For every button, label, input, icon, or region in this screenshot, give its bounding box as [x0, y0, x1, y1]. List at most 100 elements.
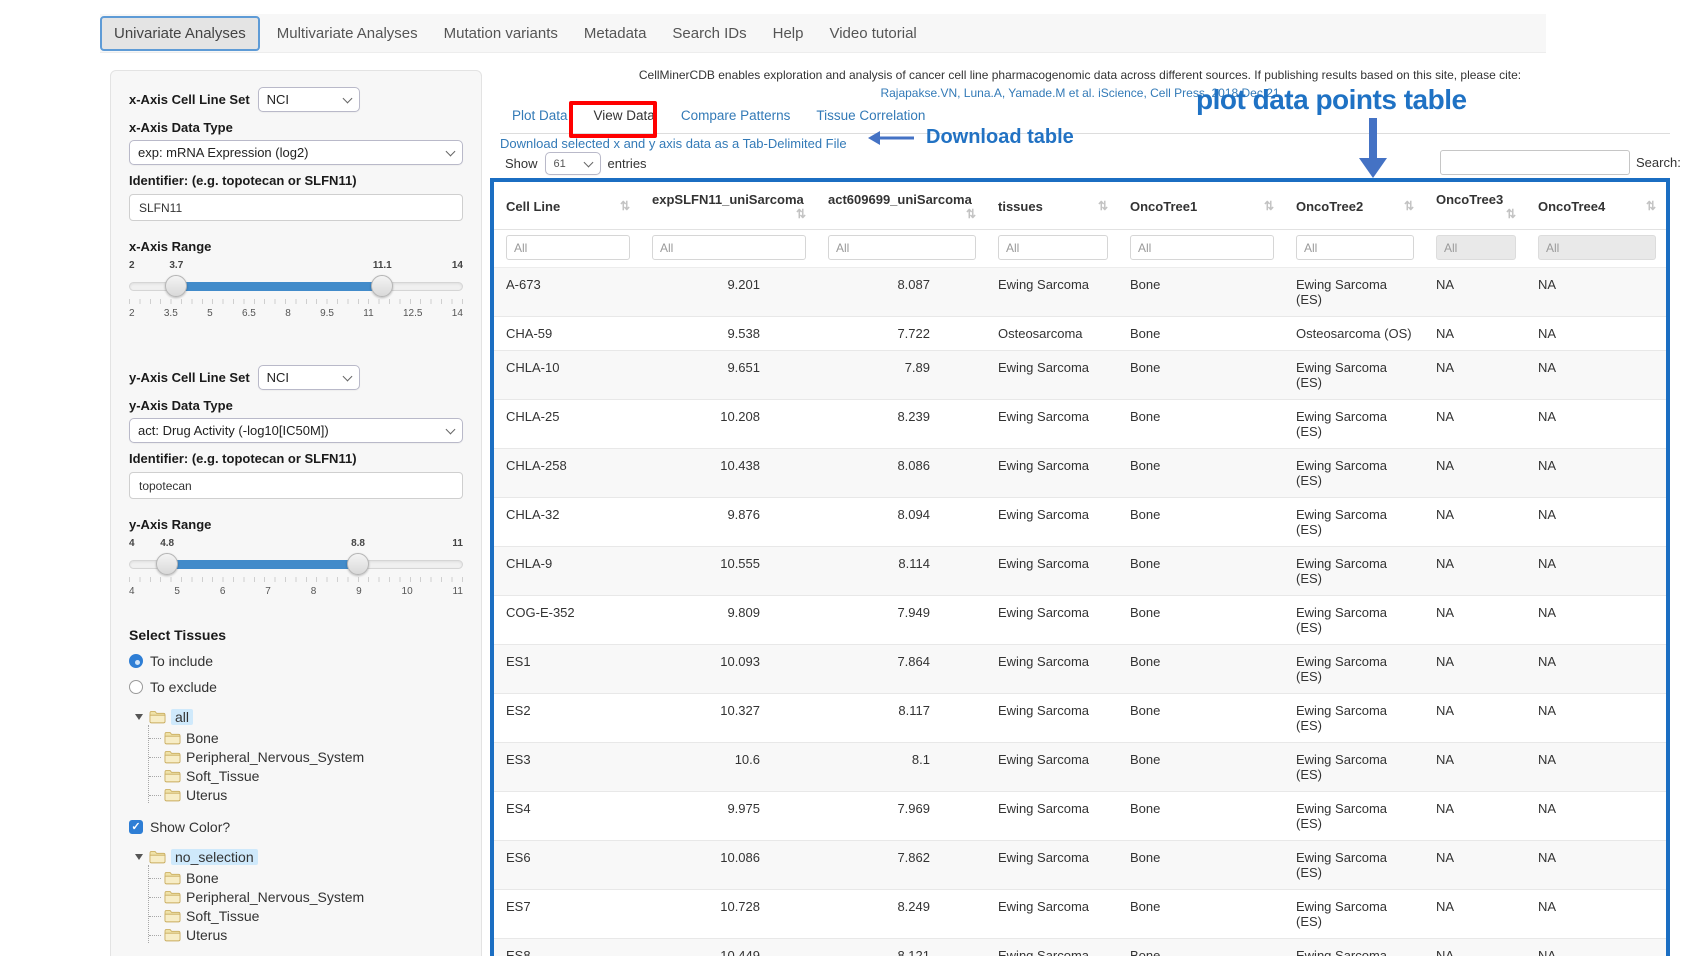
- y-cell-line-set-select[interactable]: NCI: [258, 365, 360, 390]
- tree-node-all[interactable]: all: [135, 709, 463, 725]
- nav-tab-help[interactable]: Help: [760, 17, 817, 50]
- citation-link[interactable]: Rajapakse.VN, Luna.A, Yamade.M et al. iS…: [490, 86, 1670, 100]
- cell-oncotree3: NA: [1424, 596, 1526, 645]
- tree-node-bone[interactable]: Bone: [149, 870, 463, 886]
- cell-oncotree4: NA: [1526, 268, 1666, 317]
- cell-cell-line: ES4: [494, 792, 640, 841]
- cell-oncotree2: Ewing Sarcoma (ES): [1284, 547, 1424, 596]
- table-row: ES610.0867.862Ewing SarcomaBoneEwing Sar…: [494, 841, 1666, 890]
- cell-oncotree4: NA: [1526, 547, 1666, 596]
- tree-node-peripheral-nervous-system[interactable]: Peripheral_Nervous_System: [149, 749, 463, 765]
- cell-act609699-unisarcoma: 8.087: [816, 268, 986, 317]
- x-data-type-label: x-Axis Data Type: [129, 120, 463, 135]
- cell-expslfn11-unisarcoma: 9.876: [640, 498, 816, 547]
- cell-oncotree1: Bone: [1118, 596, 1284, 645]
- citation-text: CellMinerCDB enables exploration and ana…: [490, 68, 1670, 82]
- nav-tab-video-tutorial[interactable]: Video tutorial: [816, 17, 929, 50]
- column-header-cell-line[interactable]: Cell Line⇅: [494, 182, 640, 230]
- column-header-tissues[interactable]: tissues⇅: [986, 182, 1118, 230]
- column-header-oncotree1[interactable]: OncoTree1⇅: [1118, 182, 1284, 230]
- search-input[interactable]: [1440, 150, 1630, 175]
- tissues-exclude-radio[interactable]: To exclude: [129, 679, 463, 695]
- cell-oncotree1: Bone: [1118, 743, 1284, 792]
- nav-tab-univariate-analyses[interactable]: Univariate Analyses: [100, 16, 260, 51]
- folder-icon: [164, 788, 181, 802]
- column-header-oncotree3[interactable]: OncoTree3⇅: [1424, 182, 1526, 230]
- cell-cell-line: ES6: [494, 841, 640, 890]
- folder-icon: [164, 909, 181, 923]
- filter-input-act609699-unisarcoma[interactable]: [828, 235, 976, 260]
- table-row: A-6739.2018.087Ewing SarcomaBoneEwing Sa…: [494, 268, 1666, 317]
- table-row: ES110.0937.864Ewing SarcomaBoneEwing Sar…: [494, 645, 1666, 694]
- cell-oncotree1: Bone: [1118, 645, 1284, 694]
- view-tab-compare-patterns[interactable]: Compare Patterns: [681, 108, 791, 123]
- tree-node-bone[interactable]: Bone: [149, 730, 463, 746]
- filter-input-oncotree2[interactable]: [1296, 235, 1414, 260]
- cell-tissues: Ewing Sarcoma: [986, 351, 1118, 400]
- y-data-type-select[interactable]: act: Drug Activity (-log10[IC50M]): [129, 418, 463, 443]
- cell-cell-line: CHLA-25: [494, 400, 640, 449]
- sort-icon: ⇅: [1404, 199, 1414, 213]
- cell-oncotree2: Ewing Sarcoma (ES): [1284, 890, 1424, 939]
- column-header-oncotree4[interactable]: OncoTree4⇅: [1526, 182, 1666, 230]
- x-identifier-input[interactable]: [129, 194, 463, 221]
- download-data-link[interactable]: Download selected x and y axis data as a…: [500, 136, 847, 151]
- filter-input-cell-line[interactable]: [506, 235, 630, 260]
- tree-node-uterus[interactable]: Uterus: [149, 787, 463, 803]
- column-header-expslfn11-unisarcoma[interactable]: expSLFN11_uniSarcoma⇅: [640, 182, 816, 230]
- tree-node-uterus[interactable]: Uterus: [149, 927, 463, 943]
- y-range-label: y-Axis Range: [129, 517, 463, 532]
- cell-tissues: Ewing Sarcoma: [986, 645, 1118, 694]
- cell-oncotree1: Bone: [1118, 939, 1284, 956]
- nav-tab-search-ids[interactable]: Search IDs: [659, 17, 759, 50]
- filter-input-oncotree3[interactable]: [1436, 235, 1516, 260]
- x-range-slider: 2 3.7 11.1 14 23.556.589.51112.514: [129, 276, 463, 319]
- column-header-act609699-unisarcoma[interactable]: act609699_uniSarcoma⇅: [816, 182, 986, 230]
- annotation-red-box: [569, 101, 657, 138]
- tree-node-no-selection[interactable]: no_selection: [135, 849, 463, 865]
- sort-icon: ⇅: [620, 199, 630, 213]
- slider-handle-low[interactable]: [165, 275, 187, 297]
- search-label: Search:: [1636, 155, 1681, 170]
- cell-oncotree3: NA: [1424, 792, 1526, 841]
- column-header-oncotree2[interactable]: OncoTree2⇅: [1284, 182, 1424, 230]
- cell-oncotree4: NA: [1526, 841, 1666, 890]
- entries-select[interactable]: 61: [545, 152, 601, 175]
- tree-node-soft-tissue[interactable]: Soft_Tissue: [149, 768, 463, 784]
- table-head: Cell Line⇅expSLFN11_uniSarcoma⇅act609699…: [494, 182, 1666, 268]
- cell-oncotree1: Bone: [1118, 547, 1284, 596]
- slider-handle-high[interactable]: [371, 275, 393, 297]
- tissues-include-label: To include: [150, 653, 213, 669]
- filter-input-expslfn11-unisarcoma[interactable]: [652, 235, 806, 260]
- cell-tissues: Ewing Sarcoma: [986, 743, 1118, 792]
- cell-act609699-unisarcoma: 8.1: [816, 743, 986, 792]
- view-tab-plot-data[interactable]: Plot Data: [512, 108, 568, 123]
- show-color-checkbox[interactable]: ✓ Show Color?: [129, 819, 463, 835]
- cell-expslfn11-unisarcoma: 9.201: [640, 268, 816, 317]
- table-row: ES810.4498.121Ewing SarcomaBoneEwing Sar…: [494, 939, 1666, 956]
- cell-oncotree3: NA: [1424, 268, 1526, 317]
- cell-oncotree4: NA: [1526, 792, 1666, 841]
- cell-cell-line: ES8: [494, 939, 640, 956]
- cell-oncotree1: Bone: [1118, 792, 1284, 841]
- slider-handle-high[interactable]: [347, 553, 369, 575]
- view-tab-tissue-correlation[interactable]: Tissue Correlation: [816, 108, 925, 123]
- table-row: ES210.3278.117Ewing SarcomaBoneEwing Sar…: [494, 694, 1666, 743]
- tree-node-peripheral-nervous-system[interactable]: Peripheral_Nervous_System: [149, 889, 463, 905]
- tree-node-soft-tissue[interactable]: Soft_Tissue: [149, 908, 463, 924]
- chevron-down-icon: [446, 424, 456, 434]
- view-tabs: Plot DataView DataCompare PatternsTissue…: [500, 108, 1670, 134]
- tissues-include-radio[interactable]: To include: [129, 653, 463, 669]
- table-row: ES310.68.1Ewing SarcomaBoneEwing Sarcoma…: [494, 743, 1666, 792]
- nav-tab-mutation-variants[interactable]: Mutation variants: [431, 17, 571, 50]
- filter-input-oncotree1[interactable]: [1130, 235, 1274, 260]
- filter-input-oncotree4[interactable]: [1538, 235, 1656, 260]
- x-data-type-select[interactable]: exp: mRNA Expression (log2): [129, 140, 463, 165]
- nav-tab-metadata[interactable]: Metadata: [571, 17, 660, 50]
- y-identifier-input[interactable]: [129, 472, 463, 499]
- slider-handle-low[interactable]: [156, 553, 178, 575]
- nav-tab-multivariate-analyses[interactable]: Multivariate Analyses: [264, 17, 431, 50]
- filter-input-tissues[interactable]: [998, 235, 1108, 260]
- cell-oncotree1: Bone: [1118, 317, 1284, 351]
- x-cell-line-set-select[interactable]: NCI: [258, 87, 360, 112]
